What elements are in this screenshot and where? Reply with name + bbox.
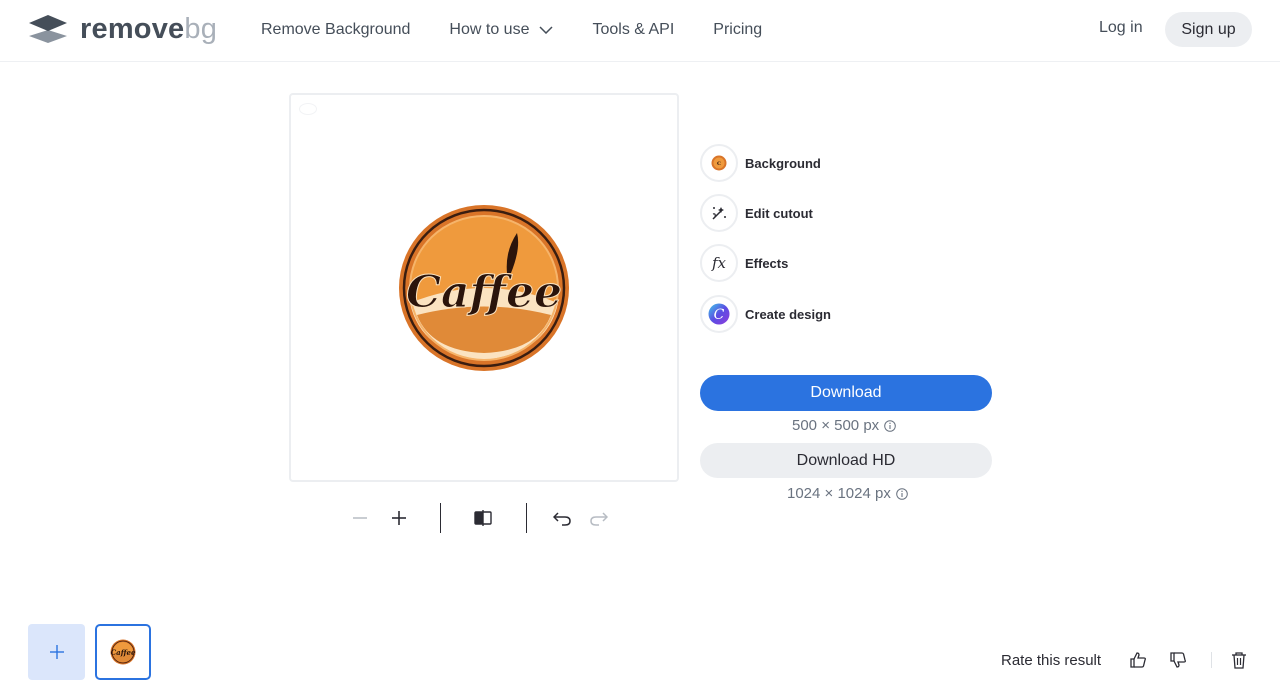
info-icon[interactable] [884,419,896,432]
nav-label: Remove Background [261,21,411,38]
background-swatch-icon: C [711,155,727,171]
zoom-in-button[interactable] [384,503,414,533]
rate-result-label: Rate this result [1001,652,1102,669]
option-label: Effects [745,255,789,271]
option-icon-wrap: C [700,295,738,333]
top-nav-bar: removebg Remove Background How to use To… [0,0,1280,62]
canva-icon: C [708,303,730,325]
info-icon[interactable] [896,487,908,500]
option-background[interactable]: C Background [700,144,821,182]
download-button[interactable]: Download [700,375,992,411]
download-size: 500 × 500 px [792,417,896,434]
rate-divider [1211,652,1212,668]
result-canvas[interactable]: Caffee [289,93,679,482]
redo-button[interactable] [584,503,614,533]
nav-label: Pricing [713,21,763,38]
image-thumbnail[interactable]: Caffee [95,624,151,680]
nav-tools-api[interactable]: Tools & API [592,21,674,39]
toolbar-divider [440,503,441,533]
plus-icon [49,645,64,659]
brand-name-secondary: bg [184,13,218,45]
transparency-indicator [299,103,317,115]
option-effects[interactable]: fx Effects [700,244,788,282]
option-label: Edit cutout [745,205,813,221]
option-icon-wrap: C [700,144,738,182]
coffee-logo-text: Caffee [406,267,562,318]
main-nav: Remove Background How to use Tools & API… [261,0,801,60]
option-icon-wrap [700,194,738,232]
login-link[interactable]: Log in [1099,19,1143,37]
download-hd-size: 1024 × 1024 px [787,485,908,502]
option-create-design[interactable]: C Create design [700,295,831,333]
nav-label: How to use [449,21,530,38]
download-size-text: 500 × 500 px [792,417,880,434]
nav-label: Tools & API [592,21,675,38]
toolbar-divider [526,503,527,533]
chevron-down-icon [539,26,553,34]
option-edit-cutout[interactable]: Edit cutout [700,194,813,232]
nav-pricing[interactable]: Pricing [713,21,762,39]
nav-how-to-use[interactable]: How to use [449,21,553,39]
option-icon-wrap: fx [700,244,738,282]
thumbnail-coffee-logo: Caffee [110,639,136,665]
zoom-out-button[interactable] [345,503,375,533]
compare-icon [474,510,492,526]
compare-button[interactable] [468,503,498,533]
add-image-button[interactable] [28,624,85,680]
svg-text:C: C [714,307,725,323]
coffee-logo-image: Caffee [399,205,569,371]
fx-icon: fx [711,254,727,272]
svg-text:fx: fx [711,254,727,272]
svg-text:C: C [717,161,721,167]
brand-name: removebg [80,14,217,44]
option-label: Create design [745,306,831,322]
svg-text:Caffee: Caffee [111,648,136,657]
thumbs-down-icon[interactable] [1169,651,1187,669]
logo[interactable]: removebg [28,14,217,44]
download-hd-button[interactable]: Download HD [700,443,992,478]
brand-name-primary: remove [80,13,185,45]
option-label: Background [745,155,821,171]
signup-button[interactable]: Sign up [1165,12,1252,47]
undo-button[interactable] [547,503,577,533]
trash-icon[interactable] [1230,651,1248,669]
undo-icon [553,512,571,526]
nav-remove-background[interactable]: Remove Background [261,21,410,39]
thumbs-up-icon[interactable] [1129,651,1147,669]
plus-icon [392,511,406,525]
redo-icon [590,512,608,526]
download-hd-size-text: 1024 × 1024 px [787,485,891,502]
layers-logo-icon [29,15,67,43]
magic-brush-icon [712,207,726,220]
minus-icon [353,517,367,519]
